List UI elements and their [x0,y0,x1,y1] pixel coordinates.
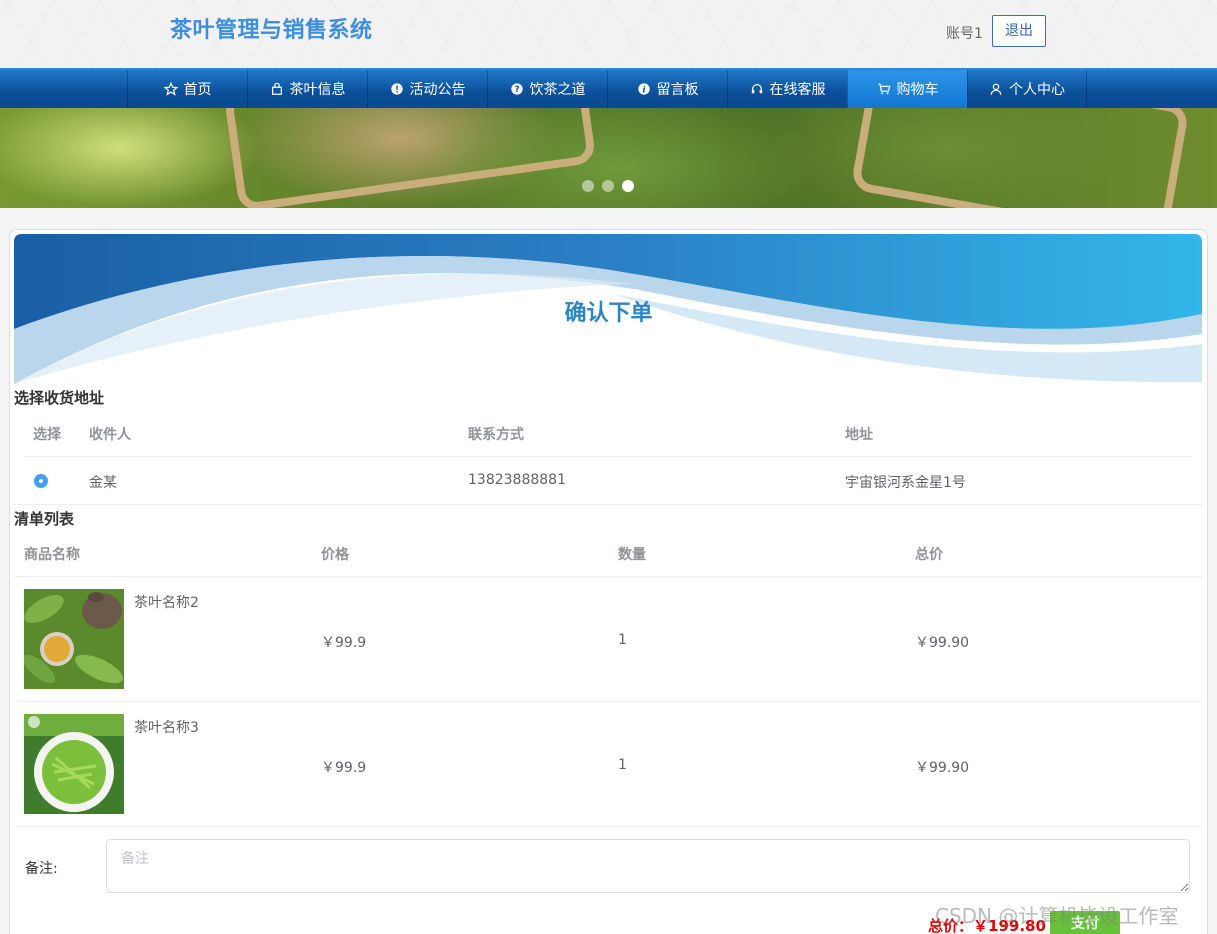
product-qty: 1 [618,632,627,648]
divider [24,456,1192,457]
banner-carousel[interactable] [0,108,1217,208]
nav-item-announcements[interactable]: 活动公告 [367,70,487,108]
basket-shape [223,108,597,208]
address-header-phone: 联系方式 [468,427,524,443]
star-icon [163,82,178,96]
address-section-label: 选择收货地址 [14,389,105,407]
address-radio[interactable] [34,474,48,488]
basket-shape [850,108,1190,208]
remark-textarea[interactable] [106,839,1190,893]
carousel-dot[interactable] [582,180,594,192]
product-name: 茶叶名称3 [134,720,199,736]
nav-label: 购物车 [896,82,939,98]
address-phone: 13823888881 [468,472,566,488]
product-qty: 1 [618,757,627,773]
nav-label: 饮茶之道 [529,82,586,98]
top-header: 茶叶管理与销售系统 账号1 退出 [0,0,1217,68]
divider [14,504,1202,505]
site-title: 茶叶管理与销售系统 [170,18,373,43]
nav-item-profile[interactable]: 个人中心 [967,70,1087,108]
nav-item-online-service[interactable]: 在线客服 [727,70,847,108]
address-header-address: 地址 [845,427,873,443]
nav-item-home[interactable]: 首页 [127,70,247,108]
product-total: ￥99.90 [915,760,970,776]
order-section-label: 清单列表 [14,510,75,528]
nav-label: 茶叶信息 [289,82,346,98]
remark-label: 备注: [25,861,58,877]
info-icon: i [637,83,650,95]
user-icon [990,83,1002,95]
main-nav: 首页 茶叶信息 活动公告 ? 饮茶之道 i 留言板 在线客服 购物车 个人中心 [0,68,1217,108]
bag-icon [271,82,282,95]
question-icon: ? [510,83,523,95]
product-thumbnail[interactable] [24,589,124,689]
divider [14,576,1202,577]
account-name[interactable]: 账号1 [946,23,983,43]
logout-button[interactable]: 退出 [992,15,1046,47]
svg-text:?: ? [514,85,519,95]
address-header-recipient: 收件人 [89,427,131,443]
product-name: 茶叶名称2 [134,595,199,611]
nav-item-tea-info[interactable]: 茶叶信息 [247,70,367,108]
headset-icon [751,84,762,94]
page-title: 确认下单 [564,301,653,326]
nav-item-tea-way[interactable]: ? 饮茶之道 [487,70,607,108]
nav-label: 在线客服 [769,82,826,98]
product-price: ￥99.9 [321,635,367,651]
order-header-name: 商品名称 [24,547,80,563]
watermark: CSDN @计算机毕设工作室 [935,904,1179,928]
divider [14,701,1202,702]
address-recipient: 金某 [89,475,117,491]
alert-icon [390,83,403,95]
cart-icon [877,83,890,95]
nav-item-message-board[interactable]: i 留言板 [607,70,727,108]
order-header-price: 价格 [321,547,349,563]
address-header-select: 选择 [33,427,61,443]
carousel-dot-active[interactable] [622,180,634,192]
svg-text:i: i [642,85,645,95]
carousel-dots [582,180,634,192]
product-price: ￥99.9 [321,760,367,776]
nav-item-cart[interactable]: 购物车 [847,70,967,108]
product-thumbnail[interactable] [24,714,124,814]
nav-label: 留言板 [656,82,699,98]
address-text: 宇宙银河系金星1号 [845,475,966,491]
order-header-total: 总价 [915,547,943,563]
product-total: ￥99.90 [915,635,970,651]
nav-label: 个人中心 [1009,82,1065,98]
carousel-dot[interactable] [602,180,614,192]
divider [14,826,1202,827]
nav-label: 首页 [183,82,212,98]
order-header-qty: 数量 [618,547,646,563]
nav-label: 活动公告 [409,82,466,98]
